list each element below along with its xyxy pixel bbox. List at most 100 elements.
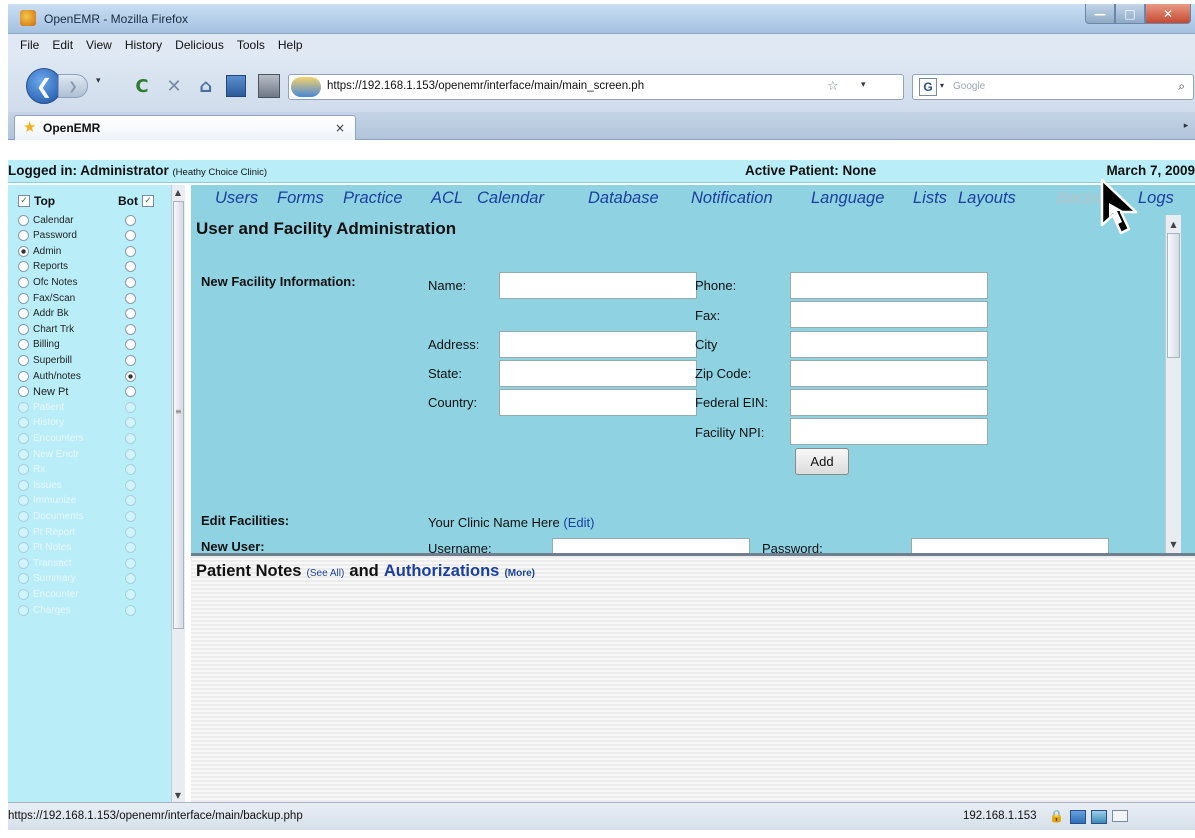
bookmarks-sidebar-icon[interactable]: [226, 75, 246, 97]
back-button[interactable]: ❮: [26, 68, 62, 104]
top-frame-checkbox[interactable]: ✓: [18, 195, 30, 207]
bot-frame-radio[interactable]: [125, 464, 136, 476]
url-text[interactable]: https://192.168.1.153/openemr/interface/…: [327, 80, 644, 92]
nav-item-label[interactable]: New Pt: [33, 386, 125, 398]
bot-frame-radio[interactable]: [125, 604, 136, 616]
nav-item-label[interactable]: Password: [33, 230, 125, 241]
top-frame-radio[interactable]: [18, 386, 29, 398]
reload-icon[interactable]: C: [130, 74, 154, 98]
nav-item-label[interactable]: Patient: [33, 402, 125, 413]
network-icon[interactable]: [1070, 810, 1086, 824]
nav-item-label[interactable]: Encounter: [33, 589, 125, 600]
admin-menu-users[interactable]: Users: [215, 189, 258, 208]
nav-item-label[interactable]: Reports: [33, 261, 125, 272]
library-icon[interactable]: [258, 74, 280, 98]
scroll-up-icon[interactable]: ▲: [1166, 217, 1181, 231]
admin-menu-layouts[interactable]: Layouts: [958, 189, 1016, 208]
stop-icon[interactable]: ✕: [162, 74, 186, 98]
bot-frame-radio[interactable]: [125, 479, 136, 491]
phone-field[interactable]: [790, 272, 988, 299]
top-frame-radio[interactable]: [18, 573, 29, 585]
bot-frame-radio[interactable]: [125, 432, 136, 444]
bot-frame-radio[interactable]: [125, 526, 136, 538]
admin-menu-database[interactable]: Database: [588, 189, 659, 208]
bot-frame-radio[interactable]: [125, 292, 136, 304]
nav-item-label[interactable]: Auth/notes: [33, 371, 125, 382]
admin-menu-practice[interactable]: Practice: [343, 189, 403, 208]
history-dropdown-icon[interactable]: ▾: [96, 76, 101, 86]
top-frame-radio[interactable]: [18, 510, 29, 522]
lock-icon[interactable]: 🔒: [1049, 809, 1064, 823]
nav-item-label[interactable]: Ofc Notes: [33, 277, 125, 288]
top-frame-radio[interactable]: [18, 401, 29, 413]
facility-name-field[interactable]: [499, 272, 697, 299]
top-frame-radio[interactable]: [18, 557, 29, 569]
search-engine-dropdown-icon[interactable]: ▾: [940, 81, 944, 90]
menu-edit[interactable]: Edit: [52, 38, 73, 52]
bookmark-star-icon[interactable]: ☆: [827, 79, 839, 94]
nav-item-label[interactable]: Encounters: [33, 433, 125, 444]
top-frame-radio[interactable]: [18, 308, 29, 320]
admin-menu-lists[interactable]: Lists: [913, 189, 947, 208]
top-frame-radio[interactable]: [18, 479, 29, 491]
maximize-button[interactable]: □: [1115, 4, 1145, 24]
addon-icon[interactable]: [1091, 810, 1107, 824]
tab-list-icon[interactable]: ▸: [1179, 118, 1193, 134]
top-frame-radio[interactable]: [18, 448, 29, 460]
more-link[interactable]: (More): [504, 568, 535, 579]
nav-item-label[interactable]: Issues: [33, 480, 125, 491]
scroll-down-icon[interactable]: ▼: [1166, 537, 1181, 551]
top-frame-radio[interactable]: [18, 604, 29, 616]
top-frame-radio[interactable]: [18, 370, 29, 382]
bot-frame-radio[interactable]: [125, 510, 136, 522]
top-frame-radio[interactable]: [18, 526, 29, 538]
top-frame-radio[interactable]: [18, 261, 29, 273]
bot-frame-radio[interactable]: [125, 588, 136, 600]
menu-view[interactable]: View: [86, 38, 112, 52]
top-frame-radio[interactable]: [18, 323, 29, 335]
bot-frame-radio[interactable]: [125, 401, 136, 413]
top-frame-radio[interactable]: [18, 354, 29, 366]
top-frame-radio[interactable]: [18, 464, 29, 476]
bot-frame-radio[interactable]: [125, 339, 136, 351]
add-facility-button[interactable]: Add: [795, 448, 849, 475]
admin-menu-acl[interactable]: ACL: [431, 189, 463, 208]
state-field[interactable]: [499, 360, 697, 387]
bot-frame-radio[interactable]: [125, 214, 136, 226]
scroll-down-icon[interactable]: ▼: [172, 788, 184, 802]
home-icon[interactable]: ⌂: [194, 74, 218, 98]
top-frame-radio[interactable]: [18, 432, 29, 444]
url-dropdown-icon[interactable]: ▾: [861, 80, 866, 90]
menu-tools[interactable]: Tools: [237, 38, 265, 52]
bot-frame-radio[interactable]: [125, 495, 136, 507]
admin-menu-notification[interactable]: Notification: [691, 189, 773, 208]
edit-facility-link[interactable]: (Edit): [563, 515, 594, 530]
fax-field[interactable]: [790, 301, 988, 328]
nav-item-label[interactable]: Superbill: [33, 355, 125, 366]
top-frame-radio[interactable]: [18, 542, 29, 554]
bot-frame-radio[interactable]: [125, 542, 136, 554]
top-frame-radio[interactable]: [18, 417, 29, 429]
nav-item-label[interactable]: Rx: [33, 464, 125, 475]
search-icon[interactable]: ⌕: [1178, 79, 1185, 94]
see-all-link[interactable]: (See All): [307, 568, 345, 579]
nav-item-label[interactable]: Calendar: [33, 215, 125, 226]
address-bar[interactable]: https://192.168.1.153/openemr/interface/…: [288, 74, 904, 100]
top-frame-radio[interactable]: [18, 276, 29, 288]
close-tab-icon[interactable]: ×: [335, 121, 345, 135]
minimize-button[interactable]: —: [1085, 4, 1115, 24]
menu-file[interactable]: File: [20, 38, 39, 52]
nav-item-label[interactable]: Pt Notes: [33, 542, 125, 553]
federal-ein-field[interactable]: [790, 389, 988, 416]
zip-code-field[interactable]: [790, 360, 988, 387]
bot-frame-radio[interactable]: [125, 323, 136, 335]
menu-help[interactable]: Help: [278, 38, 303, 52]
nav-item-label[interactable]: History: [33, 417, 125, 428]
top-frame-radio[interactable]: [18, 230, 29, 242]
facility-npi-field[interactable]: [790, 418, 988, 445]
mail-icon[interactable]: [1112, 810, 1128, 822]
forward-button[interactable]: ❯: [58, 74, 88, 98]
site-identity-icon[interactable]: [291, 77, 321, 97]
nav-item-label[interactable]: Transact: [33, 558, 125, 569]
nav-item-label[interactable]: Immunize: [33, 495, 125, 506]
